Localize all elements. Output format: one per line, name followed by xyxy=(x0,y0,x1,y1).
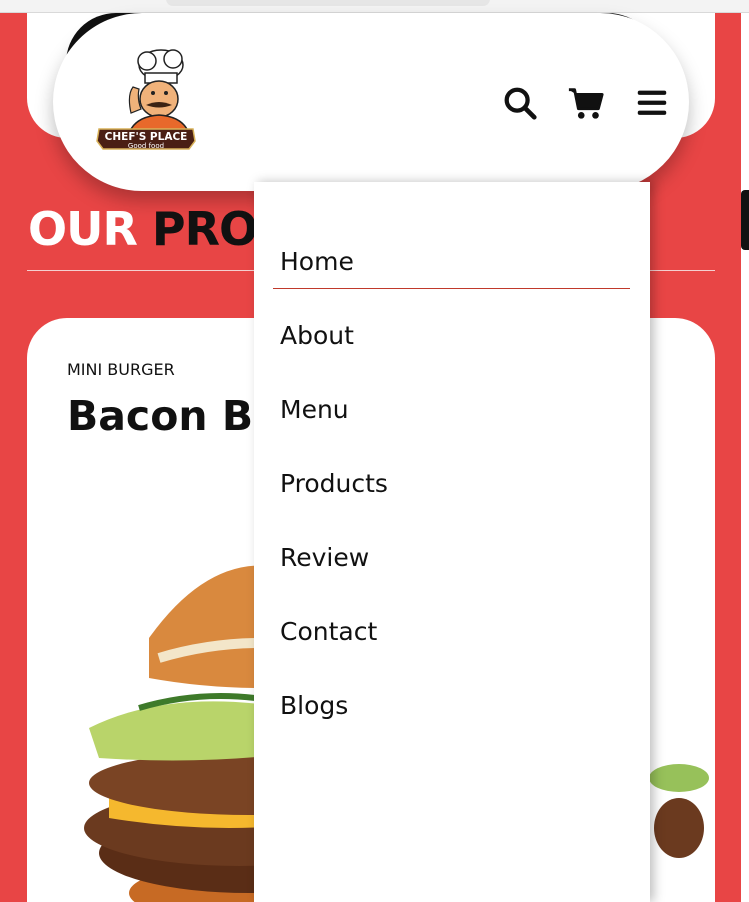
logo-tagline-text: Good food xyxy=(128,142,164,150)
browser-top-strip xyxy=(0,0,749,13)
cart-icon[interactable] xyxy=(567,84,605,122)
nav-item-home[interactable]: Home xyxy=(254,238,650,312)
nav-item-about[interactable]: About xyxy=(254,312,650,386)
browser-address-bar[interactable] xyxy=(166,0,490,6)
scrollbar-thumb[interactable] xyxy=(741,190,749,250)
site-header: CHEF'S PLACE Good food xyxy=(53,13,689,191)
chefs-place-logo[interactable]: CHEF'S PLACE Good food xyxy=(91,43,201,155)
nav-item-products[interactable]: Products xyxy=(254,460,650,534)
nav-item-blogs[interactable]: Blogs xyxy=(254,682,650,756)
hamburger-menu-icon[interactable] xyxy=(633,84,671,122)
product-name: Bacon B xyxy=(67,392,254,440)
section-title-part1: OUR xyxy=(28,202,138,256)
header-actions xyxy=(501,83,671,123)
nav-list: Home About Menu Products Review Contact … xyxy=(254,238,650,756)
search-icon[interactable] xyxy=(501,84,539,122)
section-title-part2: PRO xyxy=(151,202,258,256)
product-category: MINI BURGER xyxy=(67,360,175,379)
section-title: OUR PRO xyxy=(28,202,258,256)
nav-item-review[interactable]: Review xyxy=(254,534,650,608)
mobile-nav-menu: Home About Menu Products Review Contact … xyxy=(254,182,650,902)
nav-item-contact[interactable]: Contact xyxy=(254,608,650,682)
nav-item-menu[interactable]: Menu xyxy=(254,386,650,460)
